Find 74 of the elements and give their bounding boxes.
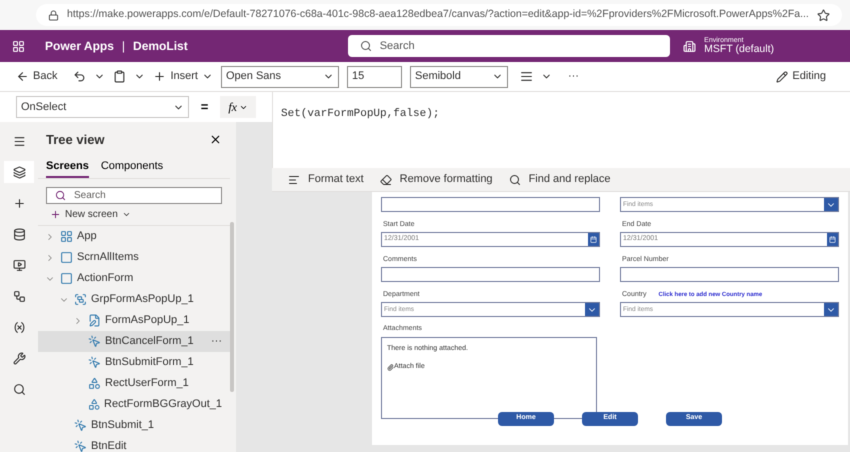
lines-icon (288, 174, 300, 186)
font-dropdown[interactable]: Open Sans (220, 66, 339, 88)
environment-icon (683, 40, 696, 52)
pointer-icon (74, 440, 87, 452)
tree-item[interactable]: BtnCancelForm_1 ··· (38, 331, 230, 352)
pointer-icon (88, 356, 101, 369)
text-input[interactable] (381, 197, 600, 212)
chevron-down-icon (122, 210, 131, 219)
align-icon[interactable] (520, 70, 533, 83)
back-button[interactable]: Back (16, 68, 58, 85)
tree-item[interactable]: App (38, 226, 230, 247)
address-bar[interactable]: https://make.powerapps.com/e/Default-78271076-c68a-401c-98c8-aea128edbea7/canvas/?action=edit&app-id=%2Fproviders%2FMicrosoft.PowerApps%2Fa... (36, 4, 842, 26)
fx-button[interactable]: fx (220, 96, 256, 118)
environment-name[interactable]: MSFT (default) (704, 44, 774, 55)
editing-button[interactable]: Editing (776, 68, 826, 85)
form-icon (88, 314, 101, 327)
app-name: DemoList (133, 38, 188, 55)
undo-icon[interactable] (73, 70, 86, 83)
search-icon (55, 190, 66, 201)
calendar-icon (829, 236, 836, 243)
tree-search-field[interactable]: Search (46, 187, 222, 204)
search-icon (360, 40, 372, 52)
paperclip-icon (387, 364, 394, 371)
property-dropdown[interactable]: OnSelect (16, 96, 189, 118)
tree-item[interactable]: GrpFormAsPopUp_1 (38, 289, 230, 310)
more-options[interactable]: ··· (211, 333, 222, 350)
title-separator: | (122, 38, 126, 55)
new-screen-button[interactable]: New screen (38, 207, 230, 222)
panel-tab[interactable]: Components (100, 158, 164, 178)
lock-icon (48, 10, 59, 20)
star-icon[interactable] (816, 8, 830, 22)
tree-item[interactable]: ScrnAllItems (38, 247, 230, 268)
search-icon (508, 174, 521, 186)
grid-icon (60, 230, 73, 243)
screen-icon (60, 251, 73, 264)
back-arrow-icon (16, 70, 29, 83)
font-size-field[interactable]: 15 (346, 66, 402, 88)
more-button[interactable]: ··· (568, 68, 579, 85)
shapes-icon (88, 398, 100, 411)
format-action[interactable]: Remove formatting (380, 171, 493, 188)
clipboard-icon[interactable] (113, 70, 126, 83)
product-name: Power Apps (45, 38, 114, 55)
calendar-icon (590, 236, 597, 243)
tree-item[interactable]: BtnSubmit_1 (38, 415, 230, 436)
panel-tab[interactable]: Screens (46, 158, 89, 178)
plus-icon (50, 209, 61, 220)
tree-item[interactable]: BtnEdit (38, 436, 230, 452)
tree-item[interactable]: FormAsPopUp_1 (38, 310, 230, 331)
formula-editor[interactable]: Set(varFormPopUp,false); (272, 92, 850, 168)
layers-icon[interactable] (4, 161, 34, 183)
tree-item[interactable]: ActionForm (38, 268, 230, 289)
eraser-icon (380, 174, 392, 186)
screen-icon (60, 272, 73, 285)
tree-item[interactable]: RectUserForm_1 (38, 373, 230, 394)
panel-title: Tree view (46, 131, 105, 149)
tree-item[interactable]: BtnSubmitForm_1 (38, 352, 230, 373)
equals-sign: = (200, 98, 208, 116)
pointer-icon (88, 335, 101, 348)
group-icon (74, 293, 87, 306)
format-action[interactable]: Find and replace (508, 171, 611, 188)
pencil-icon (776, 70, 788, 82)
pointer-icon (74, 419, 87, 432)
search-field[interactable]: Search (348, 35, 670, 57)
text-input[interactable] (381, 267, 600, 282)
plus-icon (153, 70, 166, 83)
font-weight-dropdown[interactable]: Semibold (410, 66, 508, 88)
format-action[interactable]: Format text (288, 171, 364, 188)
close-icon[interactable] (209, 133, 222, 146)
insert-button[interactable]: Insert (153, 68, 213, 85)
text-input[interactable] (620, 267, 839, 282)
shapes-icon (88, 377, 101, 390)
scrollbar-thumb[interactable] (230, 222, 234, 392)
tree-item[interactable]: RectFormBGGrayOut_1 (38, 394, 230, 415)
app-launcher-icon[interactable] (12, 40, 25, 52)
